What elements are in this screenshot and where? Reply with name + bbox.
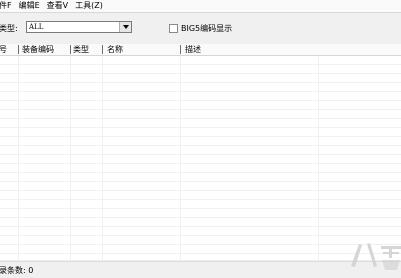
status-bar: 录条数: 0 xyxy=(0,261,401,278)
column-header-type[interactable]: 类型 xyxy=(73,44,89,55)
column-divider[interactable] xyxy=(18,45,19,54)
table-row[interactable] xyxy=(0,56,401,65)
menu-bar: 件F 编辑E 查看V 工具(Z) xyxy=(0,0,401,13)
type-dropdown[interactable]: ALL xyxy=(26,21,132,33)
watermark-logo: 八零 xyxy=(351,243,401,270)
menu-file[interactable]: 件F xyxy=(0,0,12,12)
equipment-table[interactable]: 号 装备编码 类型 名称 描述 xyxy=(0,44,401,260)
table-row[interactable] xyxy=(0,83,401,92)
table-row[interactable] xyxy=(0,191,401,200)
grid-column-line xyxy=(70,56,71,260)
big5-option[interactable]: BIG5编码显示 xyxy=(169,23,232,34)
column-header-description[interactable]: 描述 xyxy=(185,44,201,55)
column-divider[interactable] xyxy=(180,45,181,54)
table-row[interactable] xyxy=(0,110,401,119)
grid-column-line xyxy=(102,56,103,260)
dropdown-arrow-icon[interactable] xyxy=(119,22,131,32)
table-row[interactable] xyxy=(0,200,401,209)
column-header-equip-code[interactable]: 装备编码 xyxy=(22,44,54,55)
table-row[interactable] xyxy=(0,236,401,245)
table-row[interactable] xyxy=(0,74,401,83)
table-row[interactable] xyxy=(0,173,401,182)
table-row[interactable] xyxy=(0,245,401,254)
table-row[interactable] xyxy=(0,119,401,128)
menu-view[interactable]: 查看V xyxy=(47,0,68,12)
type-dropdown-value: ALL xyxy=(29,23,44,31)
column-divider[interactable] xyxy=(70,45,71,54)
table-row[interactable] xyxy=(0,146,401,155)
big5-label: BIG5编码显示 xyxy=(181,24,233,33)
table-row[interactable] xyxy=(0,137,401,146)
column-divider[interactable] xyxy=(102,45,103,54)
menu-tools[interactable]: 工具(Z) xyxy=(75,0,103,12)
table-row[interactable] xyxy=(0,65,401,74)
record-count: 录条数: 0 xyxy=(0,266,34,275)
filter-toolbar: 类型: ALL BIG5编码显示 xyxy=(0,13,401,43)
table-row[interactable] xyxy=(0,218,401,227)
table-row[interactable] xyxy=(0,101,401,110)
column-header-name[interactable]: 名称 xyxy=(107,44,123,55)
table-row[interactable] xyxy=(0,155,401,164)
table-body xyxy=(0,56,401,260)
grid-column-line xyxy=(318,56,319,260)
type-label: 类型: xyxy=(0,24,18,33)
big5-checkbox[interactable] xyxy=(169,24,178,33)
grid-column-line xyxy=(18,56,19,260)
table-row[interactable] xyxy=(0,92,401,101)
table-row[interactable] xyxy=(0,128,401,137)
table-row[interactable] xyxy=(0,227,401,236)
table-row[interactable] xyxy=(0,164,401,173)
table-row[interactable] xyxy=(0,182,401,191)
menu-edit[interactable]: 编辑E xyxy=(19,0,40,12)
column-header-index[interactable]: 号 xyxy=(0,44,7,55)
table-row[interactable] xyxy=(0,209,401,218)
table-header: 号 装备编码 类型 名称 描述 xyxy=(0,44,401,56)
grid-column-line xyxy=(180,56,181,260)
